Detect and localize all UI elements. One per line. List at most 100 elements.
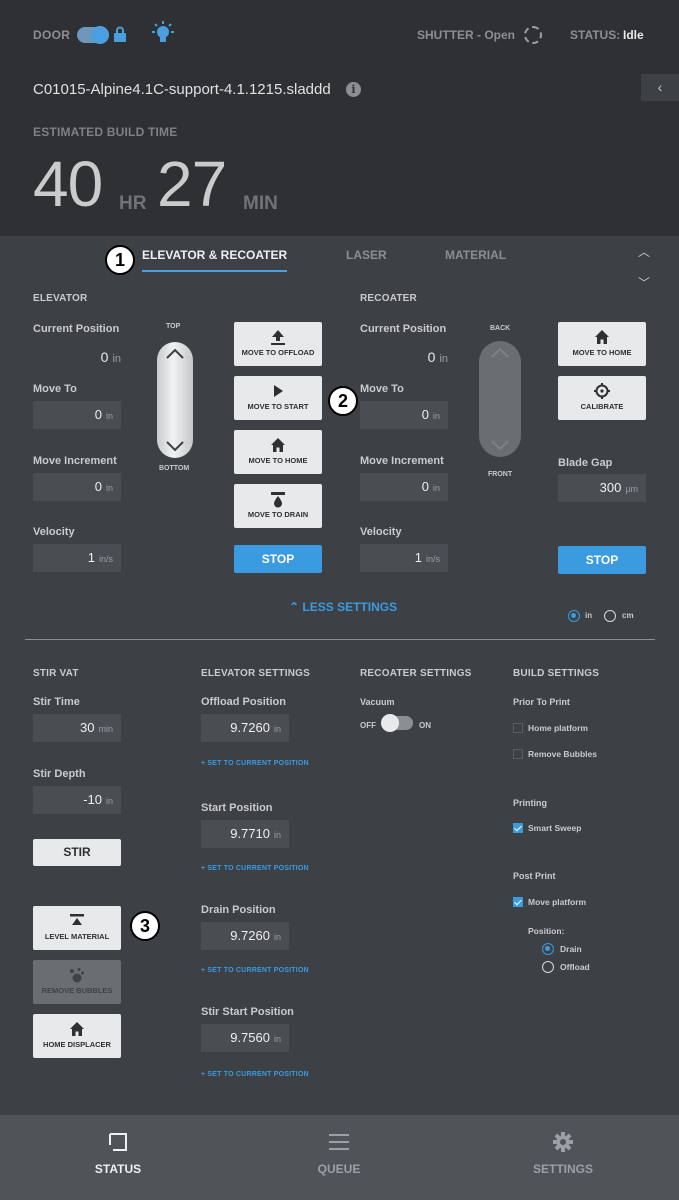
set-drain-current-link[interactable]: + SET TO CURRENT POSITION [201,967,309,974]
lock-icon [114,26,126,42]
smart-sweep-label: Smart Sweep [528,823,582,833]
home-icon [70,1022,84,1036]
stir-depth-label: Stir Depth [33,768,86,780]
recoater-jog-front-label: FRONT [488,471,513,478]
move-platform-checkbox[interactable] [513,897,523,907]
calibrate-button[interactable]: CALIBRATE [558,376,646,420]
recoater-move-increment-input[interactable]: 0 in [360,473,448,501]
chevron-up-icon[interactable] [479,343,521,363]
elevator-velocity-input[interactable]: 1 in/s [33,544,121,572]
elevator-move-increment-input[interactable]: 0 in [33,473,121,501]
home-icon [595,330,609,344]
gear-icon [553,1132,573,1152]
stir-start-position-input[interactable]: 9.7560 in [201,1024,289,1052]
position-drain-radio[interactable] [542,943,554,955]
bottom-nav: STATUS QUEUE SETTINGS [0,1115,679,1200]
stir-button[interactable]: STIR [33,839,121,866]
home-platform-label: Home platform [528,723,588,733]
position-offload-radio[interactable] [542,961,554,973]
recoater-velocity-input[interactable]: 1 in/s [360,544,448,572]
offload-icon [271,330,285,345]
move-to-drain-button[interactable]: MOVE TO DRAIN [234,484,322,528]
drain-position-input[interactable]: 9.7260 in [201,922,289,950]
recoater-move-to-home-button[interactable]: MOVE TO HOME [558,322,646,366]
move-to-start-button[interactable]: MOVE TO START [234,376,322,420]
remove-bubbles-checkbox[interactable] [513,749,523,759]
nav-queue[interactable]: QUEUE [226,1115,452,1200]
minutes-unit: MIN [243,193,278,214]
set-start-current-link[interactable]: + SET TO CURRENT POSITION [201,865,309,872]
nav-status[interactable]: STATUS [5,1115,231,1200]
elevator-title: ELEVATOR [33,293,88,304]
stir-start-position-label: Stir Start Position [201,1006,294,1018]
elevator-move-to-label: Move To [33,383,77,395]
offload-position-input[interactable]: 9.7260 in [201,714,289,742]
position-offload-label: Offload [560,962,590,972]
start-position-input[interactable]: 9.7710 in [201,820,289,848]
status-icon [109,1133,127,1151]
home-platform-checkbox[interactable] [513,723,523,733]
blade-gap-input[interactable]: 300 µm [558,474,646,502]
elevator-current-position-value: 0 in [100,349,121,365]
chevron-down-icon[interactable]: ﹀ [638,274,650,291]
remove-bubbles-button[interactable]: REMOVE BUBBLES [33,960,121,1004]
shutter-status: SHUTTER - Open [417,28,515,42]
tab-elevator-recoater[interactable]: ELEVATOR & RECOATER [142,248,287,262]
tab-laser[interactable]: LASER [346,248,387,262]
stir-depth-input[interactable]: -10 in [33,786,121,814]
level-material-button[interactable]: LEVEL MATERIAL [33,906,121,950]
unit-cm-label: cm [622,611,634,620]
lightbulb-icon[interactable] [149,20,177,48]
chevron-down-icon[interactable] [479,435,521,455]
start-position-label: Start Position [201,802,273,814]
chevron-down-icon[interactable] [157,436,193,456]
recoater-move-increment-label: Move Increment [360,455,444,467]
prior-to-print-label: Prior To Print [513,697,570,707]
recoater-jog-slider[interactable] [479,341,521,457]
vacuum-toggle[interactable] [381,714,413,732]
set-offload-current-link[interactable]: + SET TO CURRENT POSITION [201,760,309,767]
door-toggle[interactable] [77,26,109,44]
chevron-up-icon[interactable] [157,344,193,364]
recoater-move-to-input[interactable]: 0 in [360,401,448,429]
elevator-move-to-input[interactable]: 0 in [33,401,121,429]
tab-material[interactable]: MATERIAL [445,248,506,262]
unit-in-radio[interactable] [568,610,580,622]
recoater-title: RECOATER [360,293,417,304]
stir-time-label: Stir Time [33,696,80,708]
stir-time-input[interactable]: 30 min [33,714,121,742]
drain-icon [271,492,285,508]
elevator-jog-top-label: TOP [166,323,181,330]
status-value: Idle [623,28,644,42]
elevator-jog-slider[interactable] [157,342,193,458]
chevron-up-icon[interactable]: ︿ [638,243,650,260]
elevator-velocity-label: Velocity [33,526,75,538]
info-icon[interactable]: i [346,82,361,97]
set-stir-start-current-link[interactable]: + SET TO CURRENT POSITION [201,1071,309,1078]
home-displacer-button[interactable]: HOME DISPLACER [33,1014,121,1058]
recoater-settings-title: RECOATER SETTINGS [360,668,472,679]
position-drain-label: Drain [560,944,582,954]
callout-1: 1 [105,245,135,275]
move-platform-label: Move platform [528,897,587,907]
recoater-stop-button[interactable]: STOP [558,546,646,574]
nav-settings[interactable]: SETTINGS [450,1115,676,1200]
recoater-current-position-value: 0 in [427,349,448,365]
smart-sweep-checkbox[interactable] [513,823,523,833]
elevator-move-to-home-button[interactable]: MOVE TO HOME [234,430,322,474]
elevator-move-increment-label: Move Increment [33,455,117,467]
unit-cm-radio[interactable] [604,610,616,622]
home-icon [271,438,285,452]
door-label: DOOR [33,28,71,42]
section-divider [25,639,655,640]
move-to-offload-button[interactable]: MOVE TO OFFLOAD [234,322,322,366]
recoater-jog-back-label: BACK [490,325,511,332]
less-settings-link[interactable]: ⌃ LESS SETTINGS [289,600,397,614]
recoater-move-to-label: Move To [360,383,404,395]
file-name: C01015-Alpine4.1C-support-4.1.1215.sladd… [33,81,331,98]
estimated-build-time-label: ESTIMATED BUILD TIME [33,125,178,139]
elevator-stop-button[interactable]: STOP [234,545,322,573]
level-icon [70,914,84,925]
elevator-settings-title: ELEVATOR SETTINGS [201,668,310,679]
collapse-panel-button[interactable]: ‹ [641,74,679,101]
